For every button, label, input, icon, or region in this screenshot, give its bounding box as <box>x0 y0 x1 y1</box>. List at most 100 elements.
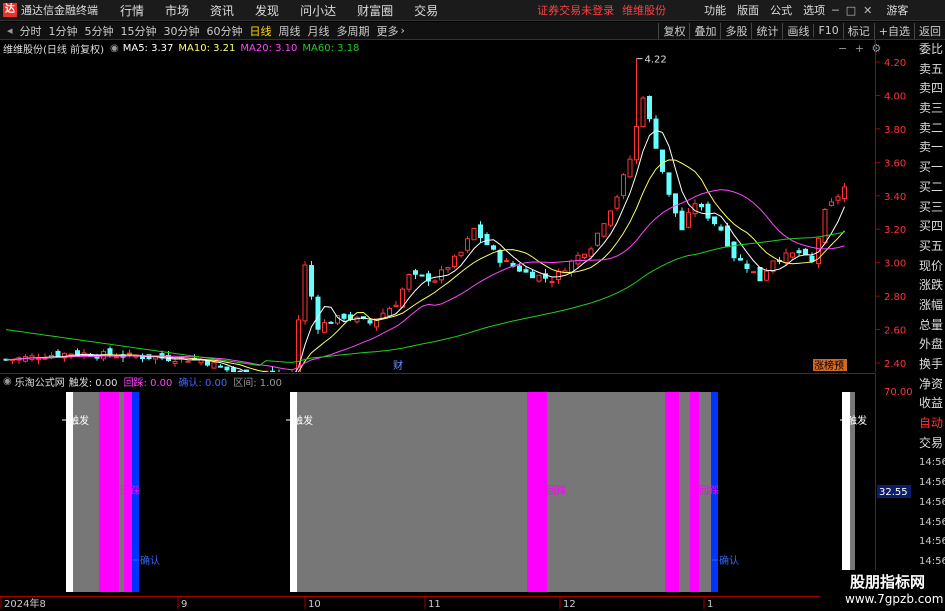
candle-body <box>835 196 841 201</box>
candlestick-chart[interactable]: 4.222.26财涨榜预 <box>0 40 875 372</box>
candle-body <box>419 274 425 277</box>
candle-body <box>387 307 392 316</box>
add-watchlist-button[interactable]: +自选 <box>873 22 914 39</box>
menu-market[interactable]: 市场 <box>165 2 189 19</box>
toolbar-toggle-icon[interactable]: ◂ <box>7 24 13 37</box>
menu-trade[interactable]: 交易 <box>414 2 438 19</box>
candle-body <box>322 322 327 333</box>
candle-body <box>588 248 594 257</box>
quote-panel-item[interactable]: 买二 <box>917 178 945 198</box>
back-button[interactable]: 返回 <box>914 22 945 39</box>
close-icon[interactable]: ✕ <box>863 4 872 17</box>
period-60min[interactable]: 60分钟 <box>207 23 243 39</box>
pick-label: 回踩: 0.00 <box>123 377 173 389</box>
quote-panel-item[interactable]: 卖三 <box>917 99 945 119</box>
quote-panel-item[interactable]: 买四 <box>917 217 945 237</box>
menu-options[interactable]: 选项 <box>803 2 825 18</box>
quote-panel-item[interactable]: 14:56 <box>917 453 945 473</box>
multi-stock-button[interactable]: 多股 <box>720 22 751 39</box>
period-intraday[interactable]: 分时 <box>20 23 42 39</box>
price-tick-label: 3.40 <box>884 192 906 203</box>
quote-panel-item[interactable]: 卖五 <box>917 60 945 80</box>
quote-panel-item[interactable]: 委比 <box>917 40 945 60</box>
period-monthly[interactable]: 月线 <box>308 23 330 39</box>
zoom-out-icon[interactable]: − <box>838 42 847 55</box>
quote-panel-item[interactable]: 买五 <box>917 237 945 257</box>
signal-label: 回踩 <box>699 485 719 497</box>
overlay-button[interactable]: 叠加 <box>689 22 720 39</box>
candle-body <box>237 370 243 372</box>
menu-formula[interactable]: 公式 <box>770 2 792 18</box>
quote-panel-item[interactable]: 14:56 <box>917 493 945 513</box>
period-1min[interactable]: 1分钟 <box>49 23 78 39</box>
settings-gear-icon[interactable]: ◉ <box>110 43 119 54</box>
period-5min[interactable]: 5分钟 <box>85 23 114 39</box>
quote-panel-item[interactable]: 卖一 <box>917 138 945 158</box>
chevron-right-icon[interactable]: › <box>401 24 405 37</box>
quote-panel-item[interactable]: 换手 <box>917 355 945 375</box>
minimize-icon[interactable]: ─ <box>832 4 839 17</box>
period-more[interactable]: 更多 <box>377 23 399 39</box>
indicator-name[interactable]: 乐淘公式网 <box>15 374 65 389</box>
signal-label: 确认 <box>719 554 739 567</box>
stock-label[interactable]: 维维股份(日线 前复权) <box>3 41 104 56</box>
period-multi[interactable]: 多周期 <box>337 23 370 39</box>
menu-ask[interactable]: 问小达 <box>300 2 336 19</box>
quote-panel-item[interactable]: 14:56 <box>917 532 945 552</box>
quote-panel-item[interactable]: 涨幅 <box>917 296 945 316</box>
candle-body <box>705 203 711 219</box>
f10-button[interactable]: F10 <box>813 24 842 37</box>
candle-body <box>55 350 61 358</box>
candle-body <box>36 357 41 361</box>
candle-body <box>725 225 730 247</box>
quote-panel: 委比 卖五 卖四 卖三 卖二 卖一 买一 买二 买三 买四 买五 现价 涨跌 涨幅 总量 外盘 换手 净资 收益 自动… <box>917 40 945 609</box>
guest-label[interactable]: 游客 <box>886 2 908 18</box>
candle-body <box>231 367 236 372</box>
quote-panel-item[interactable]: 自动 <box>917 414 945 434</box>
indicator-axis-label: 70.00 <box>884 387 913 398</box>
quote-panel-item[interactable]: 收益 <box>917 394 945 414</box>
quote-panel-item[interactable]: 卖四 <box>917 79 945 99</box>
zoom-in-icon[interactable]: + <box>855 42 864 55</box>
quote-panel-item[interactable]: 交易 <box>917 434 945 454</box>
quote-panel-item[interactable]: 14:56 <box>917 473 945 493</box>
period-daily[interactable]: 日线 <box>250 23 272 39</box>
candle-body <box>309 264 314 297</box>
menu-news[interactable]: 资讯 <box>210 2 234 19</box>
price-axis: 4.20 4.00 3.80 3.60 3.40 3.20 3.00 2.80 2.60 2.40 <box>875 40 906 372</box>
draw-button[interactable]: 画线 <box>782 22 813 39</box>
quote-panel-item[interactable]: 涨跌 <box>917 276 945 296</box>
menu-function[interactable]: 功能 <box>704 2 726 18</box>
indicator-chart[interactable]: 触发回踩确认 触发回踩 回踩确认 触发 <box>0 388 875 596</box>
quote-panel-item[interactable]: 卖二 <box>917 119 945 139</box>
buy-label: 确认: 0.00 <box>178 377 228 389</box>
candle-body <box>718 226 724 231</box>
candle-body <box>68 353 74 356</box>
menu-layout[interactable]: 版面 <box>737 2 759 18</box>
quote-panel-item[interactable]: 14:56 <box>917 552 945 572</box>
quote-panel-item[interactable]: 外盘 <box>917 335 945 355</box>
menu-discover[interactable]: 发现 <box>255 2 279 19</box>
quote-panel-item[interactable]: 总量 <box>917 316 945 336</box>
period-30min[interactable]: 30分钟 <box>164 23 200 39</box>
period-weekly[interactable]: 周线 <box>279 23 301 39</box>
stats-button[interactable]: 统计 <box>751 22 782 39</box>
signal-bar <box>297 392 527 592</box>
quote-panel-item[interactable]: 14:56 <box>917 513 945 533</box>
period-15min[interactable]: 15分钟 <box>121 23 157 39</box>
candle-body <box>822 208 828 243</box>
stock-notice[interactable]: 维维股份 <box>622 2 666 18</box>
maximize-icon[interactable]: □ <box>846 4 856 17</box>
login-notice[interactable]: 证券交易未登录 <box>537 2 614 18</box>
indicator-toggle-icon[interactable]: ◉ <box>3 376 12 387</box>
quote-panel-item[interactable]: 净资 <box>917 375 945 395</box>
candle-body <box>185 360 191 363</box>
quote-panel-item[interactable]: 买三 <box>917 198 945 218</box>
adjust-button[interactable]: 复权 <box>658 22 689 39</box>
menu-quotes[interactable]: 行情 <box>120 2 144 19</box>
quote-panel-item[interactable]: 现价 <box>917 257 945 277</box>
quote-panel-item[interactable]: 买一 <box>917 158 945 178</box>
menu-wealth[interactable]: 财富圈 <box>357 2 393 19</box>
candle-body <box>621 174 626 197</box>
mark-button[interactable]: 标记 <box>842 22 874 39</box>
